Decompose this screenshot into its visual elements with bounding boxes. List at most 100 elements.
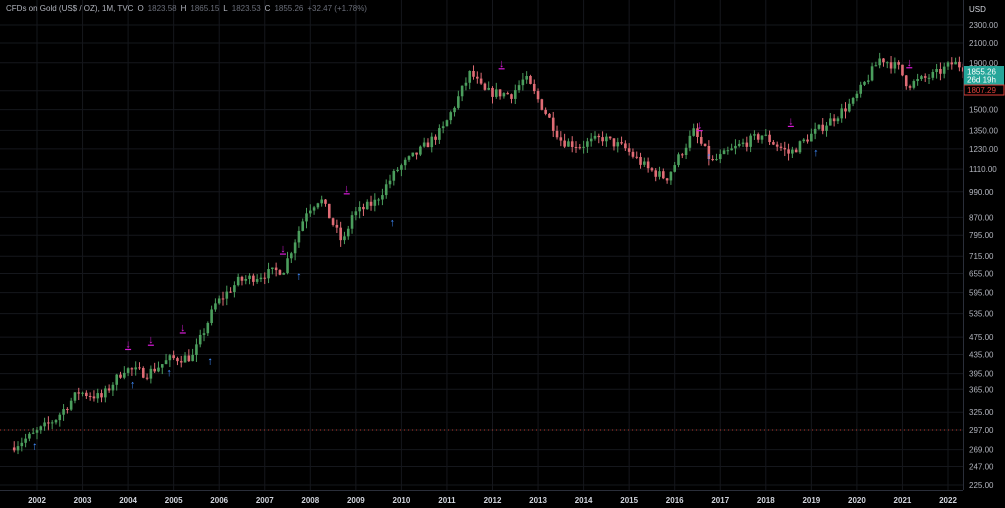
signal-markers: ↑ ↑ ↑ ↑ ↑ ↑ ↑ ↑ ↓ ↓ ↓ ↓ ↓ ↓ ↓ ↓ ↓ (32, 57, 913, 452)
candle-body (745, 142, 749, 147)
candle-body (517, 85, 521, 91)
candle-body (297, 230, 301, 243)
candle-body (434, 136, 437, 140)
price-tick-label: 225.00 (969, 481, 994, 490)
candle-body (66, 409, 69, 411)
sell-arrow-icon: ↓ (499, 58, 505, 70)
low-label: L (223, 4, 228, 13)
candle-body (225, 291, 229, 299)
candle-body (775, 144, 779, 147)
year-tick-label: 2004 (119, 496, 137, 505)
candle-body (210, 309, 213, 323)
candle-body (730, 148, 733, 151)
candle-body (244, 278, 248, 281)
candle-body (563, 140, 566, 147)
candle-body (863, 81, 866, 85)
candle-body (597, 135, 601, 138)
candle-body (160, 364, 164, 368)
candle-body (570, 141, 574, 147)
candle-body (574, 146, 578, 148)
candle-body (688, 135, 692, 148)
sell-arrow-icon: ↓ (344, 183, 350, 195)
candle-body (923, 76, 927, 78)
close-label: C (264, 4, 271, 13)
candle-body (73, 392, 77, 401)
candle-body (85, 392, 88, 397)
candle-body (654, 170, 658, 177)
candle-body (536, 91, 540, 100)
candle-body (483, 83, 487, 90)
candle-body (908, 86, 912, 88)
candle-body (897, 62, 900, 65)
candle-body (806, 139, 809, 142)
candle-body (449, 112, 453, 121)
candle-body (764, 134, 768, 136)
candle-body (468, 70, 472, 83)
price-badges: 1855.26 26d 19h 1807.29 (964, 66, 1005, 96)
candle-body (373, 199, 377, 206)
candle-body (248, 275, 251, 279)
candle-body (259, 277, 263, 280)
candle-body (916, 79, 919, 82)
candle-body (457, 96, 460, 108)
candle-body (58, 414, 62, 421)
candle-body (844, 108, 847, 112)
candle-series (12, 52, 963, 455)
candle-body (415, 152, 418, 155)
candle-body (772, 142, 775, 145)
candle-body (851, 98, 855, 104)
open-label: O (137, 4, 144, 13)
candle-body (768, 134, 771, 143)
price-tick-label: 535.00 (969, 310, 994, 319)
price-tick-label: 2100.00 (969, 39, 998, 48)
year-tick-label: 2008 (301, 496, 319, 505)
candle-body (616, 142, 620, 147)
sell-arrow-icon: ↓ (180, 322, 186, 334)
candle-body (183, 355, 187, 363)
candle-body (650, 168, 654, 171)
candle-body (187, 355, 191, 362)
candle-body (954, 61, 957, 65)
year-tick-label: 2020 (848, 496, 866, 505)
candle-body (665, 178, 669, 181)
candle-body (130, 368, 134, 370)
candle-body (278, 270, 282, 275)
year-tick-label: 2006 (210, 496, 228, 505)
candle-body (96, 393, 100, 399)
price-plot-area[interactable]: ↑ ↑ ↑ ↑ ↑ ↑ ↑ ↑ ↓ ↓ ↓ ↓ ↓ ↓ ↓ ↓ ↓ (0, 0, 963, 490)
candle-body (825, 125, 828, 131)
candle-body (608, 136, 612, 139)
candle-body (309, 210, 312, 214)
candle-body (388, 180, 392, 185)
price-tick-label: 297.00 (969, 426, 994, 435)
candle-body (586, 141, 589, 147)
time-axis[interactable]: 2002 2003 2004 2005 2006 2007 2008 2009 2010 2011… (0, 490, 963, 508)
candle-body (513, 90, 517, 99)
candle-body (123, 372, 126, 378)
candle-body (168, 355, 172, 361)
candle-body (377, 199, 380, 201)
candle-body (582, 146, 585, 148)
year-tick-label: 2010 (393, 496, 411, 505)
candle-body (172, 355, 175, 359)
candle-body (31, 432, 35, 434)
candle-body (627, 148, 631, 152)
candle-body (464, 82, 468, 86)
candle-body (737, 143, 741, 146)
candle-body (658, 171, 661, 177)
candle-body (157, 367, 160, 372)
candle-body (711, 159, 714, 161)
candle-body (43, 422, 46, 427)
candle-body (643, 161, 646, 165)
candle-body (365, 201, 369, 210)
candle-body (206, 322, 210, 334)
candle-body (198, 334, 202, 345)
candle-body (498, 89, 502, 97)
symbol-legend: CFDs on Gold (US$ / OZ), 1M, TVC O 1823.5… (6, 4, 367, 13)
candle-body (47, 422, 50, 424)
candle-body (290, 253, 293, 259)
candle-body (889, 62, 893, 69)
candle-body (271, 267, 274, 270)
price-axis[interactable]: 2300.002100.001900.001650.001500.001350.… (963, 0, 1005, 490)
candle-body (354, 211, 358, 216)
